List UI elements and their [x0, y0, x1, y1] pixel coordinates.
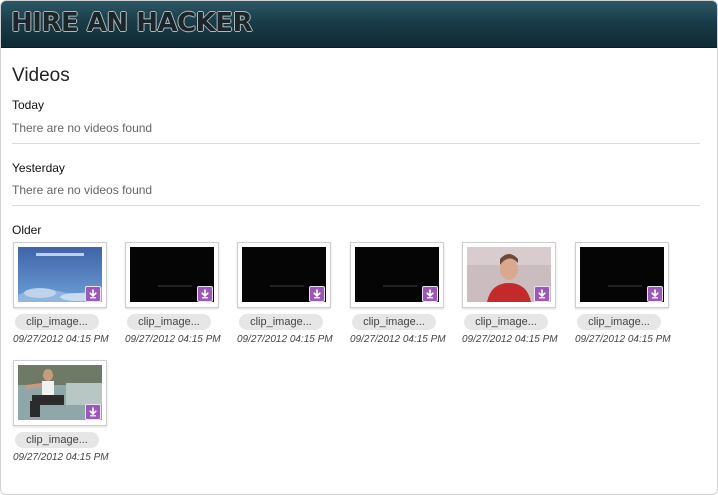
- download-arrow-icon[interactable]: [647, 286, 663, 302]
- video-name-label[interactable]: clip_image...: [239, 314, 323, 330]
- section-yesterday-title: Yesterday: [12, 161, 65, 175]
- video-thumbnail[interactable]: [13, 360, 107, 426]
- video-name-label[interactable]: clip_image...: [464, 314, 548, 330]
- video-date: 09/27/2012 04:15 PM: [125, 334, 221, 345]
- download-arrow-icon[interactable]: [309, 286, 325, 302]
- video-thumbnail[interactable]: [125, 242, 219, 308]
- today-empty-message: There are no videos found: [12, 121, 153, 135]
- download-arrow-icon[interactable]: [197, 286, 213, 302]
- video-thumbnail[interactable]: [237, 242, 331, 308]
- download-arrow-icon[interactable]: [422, 286, 438, 302]
- video-thumbnail[interactable]: [350, 242, 444, 308]
- video-name-label[interactable]: clip_image...: [352, 314, 436, 330]
- video-date: 09/27/2012 04:15 PM: [462, 334, 558, 345]
- video-date: 09/27/2012 04:15 PM: [13, 334, 109, 345]
- download-arrow-icon[interactable]: [85, 286, 101, 302]
- video-thumbnail[interactable]: [462, 242, 556, 308]
- divider: [12, 143, 700, 144]
- yesterday-empty-message: There are no videos found: [12, 183, 153, 197]
- video-name-label[interactable]: clip_image...: [577, 314, 661, 330]
- video-thumbnail[interactable]: [13, 242, 107, 308]
- download-arrow-icon[interactable]: [534, 286, 550, 302]
- section-older-title: Older: [12, 223, 42, 237]
- video-date: 09/27/2012 04:15 PM: [13, 452, 109, 463]
- app-header: HIRE AN HACKER: [1, 1, 717, 48]
- page-title: Videos: [12, 65, 70, 86]
- video-date: 09/27/2012 04:15 PM: [350, 334, 446, 345]
- page-frame: HIRE AN HACKER Videos Today There are no…: [0, 0, 718, 495]
- video-name-label[interactable]: clip_image...: [127, 314, 211, 330]
- video-date: 09/27/2012 04:15 PM: [575, 334, 671, 345]
- video-date: 09/27/2012 04:15 PM: [237, 334, 333, 345]
- video-name-label[interactable]: clip_image...: [15, 432, 99, 448]
- section-today-title: Today: [12, 98, 45, 112]
- video-thumbnail[interactable]: [575, 242, 669, 308]
- logo[interactable]: HIRE AN HACKER: [11, 8, 253, 38]
- video-name-label[interactable]: clip_image...: [15, 314, 99, 330]
- download-arrow-icon[interactable]: [85, 404, 101, 420]
- divider: [12, 205, 700, 206]
